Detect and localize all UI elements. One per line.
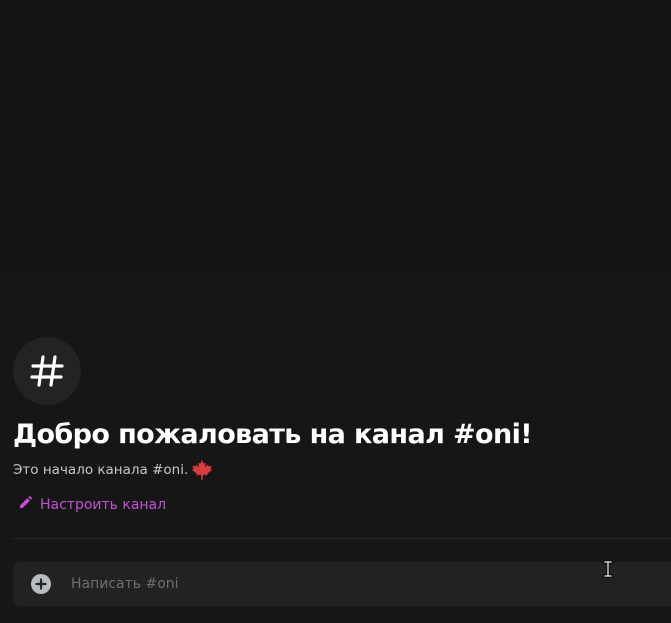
channel-welcome: Добро пожаловать на канал #oni! Это нача…	[13, 337, 671, 514]
edit-channel-label: Настроить канал	[40, 496, 167, 513]
welcome-title: Добро пожаловать на канал #oni!	[13, 419, 533, 450]
chat-area: Добро пожаловать на канал #oni! Это нача…	[0, 0, 671, 623]
plus-circle-icon[interactable]	[31, 574, 51, 594]
maple-leaf-icon	[191, 460, 213, 480]
message-composer	[13, 562, 671, 606]
divider	[13, 538, 671, 539]
message-input[interactable]	[69, 575, 671, 593]
welcome-subtitle: Это начало канала #oni.	[13, 462, 189, 478]
text-cursor-icon	[603, 560, 613, 578]
welcome-subtitle-row: Это начало канала #oni.	[13, 460, 671, 480]
hashtag-icon	[13, 337, 81, 405]
edit-channel-link[interactable]: Настроить канал	[19, 495, 166, 514]
pencil-icon	[19, 495, 33, 514]
